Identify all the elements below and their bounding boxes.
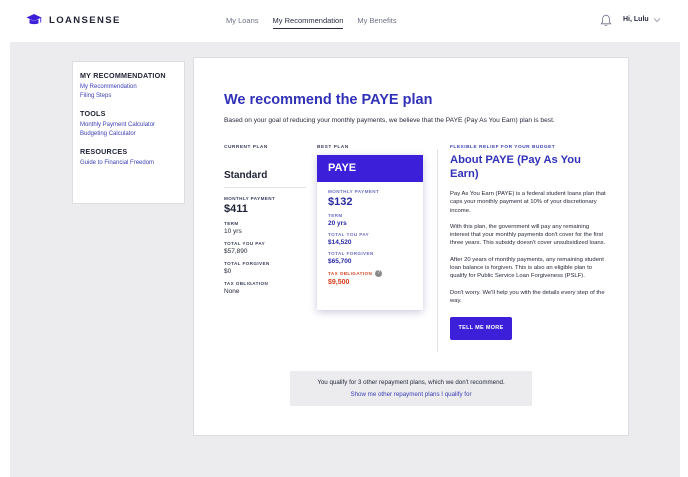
other-plans-text: You qualify for 3 other repayment plans,…: [317, 379, 505, 386]
metric-label: TAX OBLIGATION: [328, 271, 373, 276]
current-tax-obligation: None: [224, 288, 240, 295]
sidebar-section-title: RESOURCES: [80, 147, 128, 156]
metric-label: TOTAL FORGIVEN: [224, 261, 270, 266]
metric-label: TOTAL YOU PAY: [224, 241, 266, 246]
current-total-forgiven: $0: [224, 268, 232, 275]
main-nav: My Loans My Recommendation My Benefits: [226, 16, 411, 29]
best-plan-column: BEST PLAN PAYE MONTHLY PAYMENT $132 TERM…: [317, 145, 423, 310]
current-plan-name: Standard: [224, 168, 306, 188]
sidebar-link-budgeting-calculator[interactable]: Budgeting Calculator: [80, 131, 177, 137]
column-divider: [437, 149, 438, 352]
page-subtitle: Based on your goal of reducing your mont…: [224, 117, 555, 124]
nav-my-recommendation[interactable]: My Recommendation: [272, 16, 344, 29]
nav-my-benefits[interactable]: My Benefits: [357, 16, 396, 29]
recommendation-card: We recommend the PAYE plan Based on your…: [193, 57, 629, 436]
current-term: 10 yrs: [224, 228, 242, 235]
sidebar-link-filing-steps[interactable]: Filing Steps: [80, 93, 177, 99]
metric-label: MONTHLY PAYMENT: [224, 196, 276, 201]
nav-my-loans[interactable]: My Loans: [226, 16, 259, 29]
metric-label: TERM: [328, 213, 343, 218]
best-tax-obligation: $9,500: [328, 279, 350, 286]
chevron-down-icon[interactable]: [653, 17, 661, 23]
best-total-pay: $14,520: [328, 239, 352, 246]
best-plan-card: PAYE MONTHLY PAYMENT $132 TERM 20 yrs TO…: [317, 155, 423, 310]
sidebar-link-my-recommendation[interactable]: My Recommendation: [80, 84, 177, 90]
about-title: About PAYE (Pay As You Earn): [450, 154, 581, 180]
user-greeting[interactable]: Hi, Lulu: [623, 16, 649, 23]
other-plans-link[interactable]: Show me other repayment plans I qualify …: [290, 391, 532, 398]
current-total-pay: $57,890: [224, 248, 248, 255]
about-paragraph: Don't worry. We'll help you with the det…: [450, 289, 605, 304]
brand-logo[interactable]: LOANSENSE: [26, 13, 121, 27]
current-monthly-payment: $411: [224, 203, 248, 215]
best-plan-label: BEST PLAN: [317, 145, 349, 150]
current-plan-column: CURRENT PLAN Standard MONTHLY PAYMENT $4…: [224, 145, 306, 301]
sidebar: MY RECOMMENDATION My Recommendation Fili…: [72, 61, 185, 204]
about-paragraph: With this plan, the government will pay …: [450, 223, 606, 247]
about-paragraph: After 20 years of monthly payments, any …: [450, 256, 604, 280]
metric-label: MONTHLY PAYMENT: [328, 189, 380, 194]
about-paragraph: Pay As You Earn (PAYE) is a federal stud…: [450, 191, 606, 214]
metric-label: TERM: [224, 221, 239, 226]
about-eyebrow: FLEXIBLE RELIEF FOR YOUR BUDGET: [450, 145, 556, 150]
metric-label: TOTAL YOU PAY: [328, 232, 370, 237]
page-title: We recommend the PAYE plan: [224, 92, 433, 108]
brand-name: LOANSENSE: [49, 14, 121, 26]
best-term: 20 yrs: [328, 220, 347, 227]
best-total-forgiven: $65,700: [328, 258, 352, 265]
metric-label: TAX OBLIGATION: [224, 281, 269, 286]
current-plan-label: CURRENT PLAN: [224, 145, 268, 150]
other-plans-banner: You qualify for 3 other repayment plans,…: [290, 371, 532, 406]
sidebar-link-guide-to-financial-freedom[interactable]: Guide to Financial Freedom: [80, 160, 177, 166]
about-plan-panel: FLEXIBLE RELIEF FOR YOUR BUDGET About PA…: [450, 145, 610, 341]
metric-label: TOTAL FORGIVEN: [328, 251, 374, 256]
best-plan-name: PAYE: [317, 155, 423, 182]
sidebar-section-title: MY RECOMMENDATION: [80, 71, 166, 80]
content-area: MY RECOMMENDATION My Recommendation Fili…: [10, 42, 680, 477]
best-monthly-payment: $132: [328, 196, 353, 208]
info-icon[interactable]: ?: [375, 270, 383, 277]
sidebar-link-monthly-payment-calculator[interactable]: Monthly Payment Calculator: [80, 122, 177, 128]
graduation-cap-icon: [26, 14, 42, 25]
sidebar-section-title: TOOLS: [80, 109, 106, 118]
bell-icon[interactable]: [600, 14, 612, 27]
top-navigation-bar: LOANSENSE My Loans My Recommendation My …: [0, 0, 688, 42]
tell-me-more-button[interactable]: TELL ME MORE: [450, 317, 512, 341]
